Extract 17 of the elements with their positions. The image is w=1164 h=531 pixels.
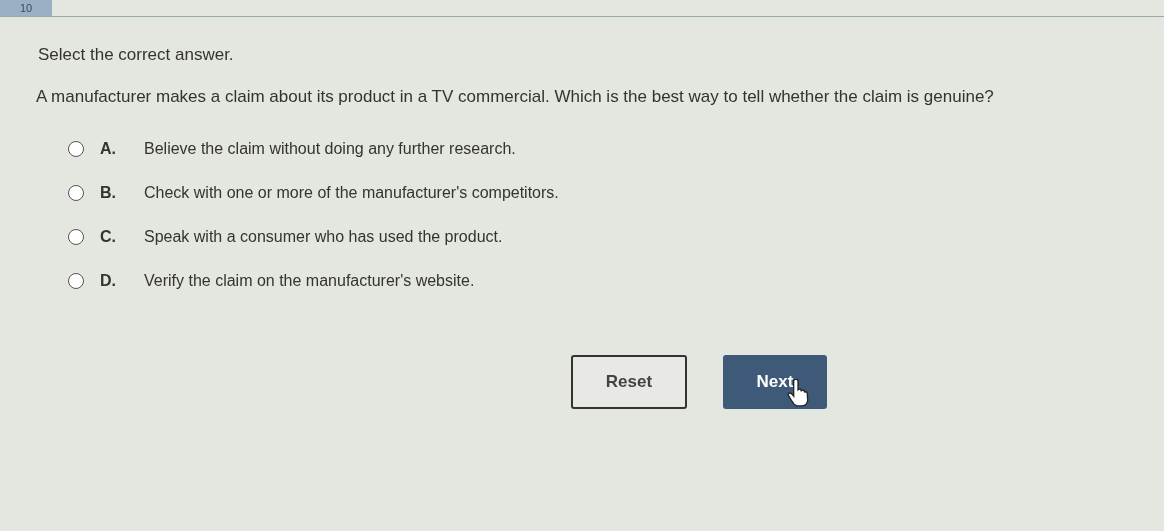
radio-button[interactable] <box>68 185 84 201</box>
radio-button[interactable] <box>68 141 84 157</box>
reset-button[interactable]: Reset <box>571 355 687 409</box>
option-text: Check with one or more of the manufacturer's competitors. <box>144 184 559 202</box>
option-text: Speak with a consumer who has used the product. <box>144 228 503 246</box>
question-text: A manufacturer makes a claim about its product in a TV commercial. Which is the best way to tell whether the claim is genuine? <box>36 87 994 107</box>
option-letter: B. <box>100 184 117 202</box>
option-letter: A. <box>100 140 117 158</box>
option-text: Verify the claim on the manufacturer's website. <box>144 272 475 290</box>
next-button[interactable]: Next <box>723 355 827 409</box>
option-letter: D. <box>100 272 117 290</box>
option-text: Believe the claim without doing any further research. <box>144 140 516 158</box>
instruction-text: Select the correct answer. <box>38 45 234 65</box>
question-number: 10 <box>0 0 52 16</box>
radio-button[interactable] <box>68 273 84 289</box>
option-letter: C. <box>100 228 117 246</box>
radio-button[interactable] <box>68 229 84 245</box>
